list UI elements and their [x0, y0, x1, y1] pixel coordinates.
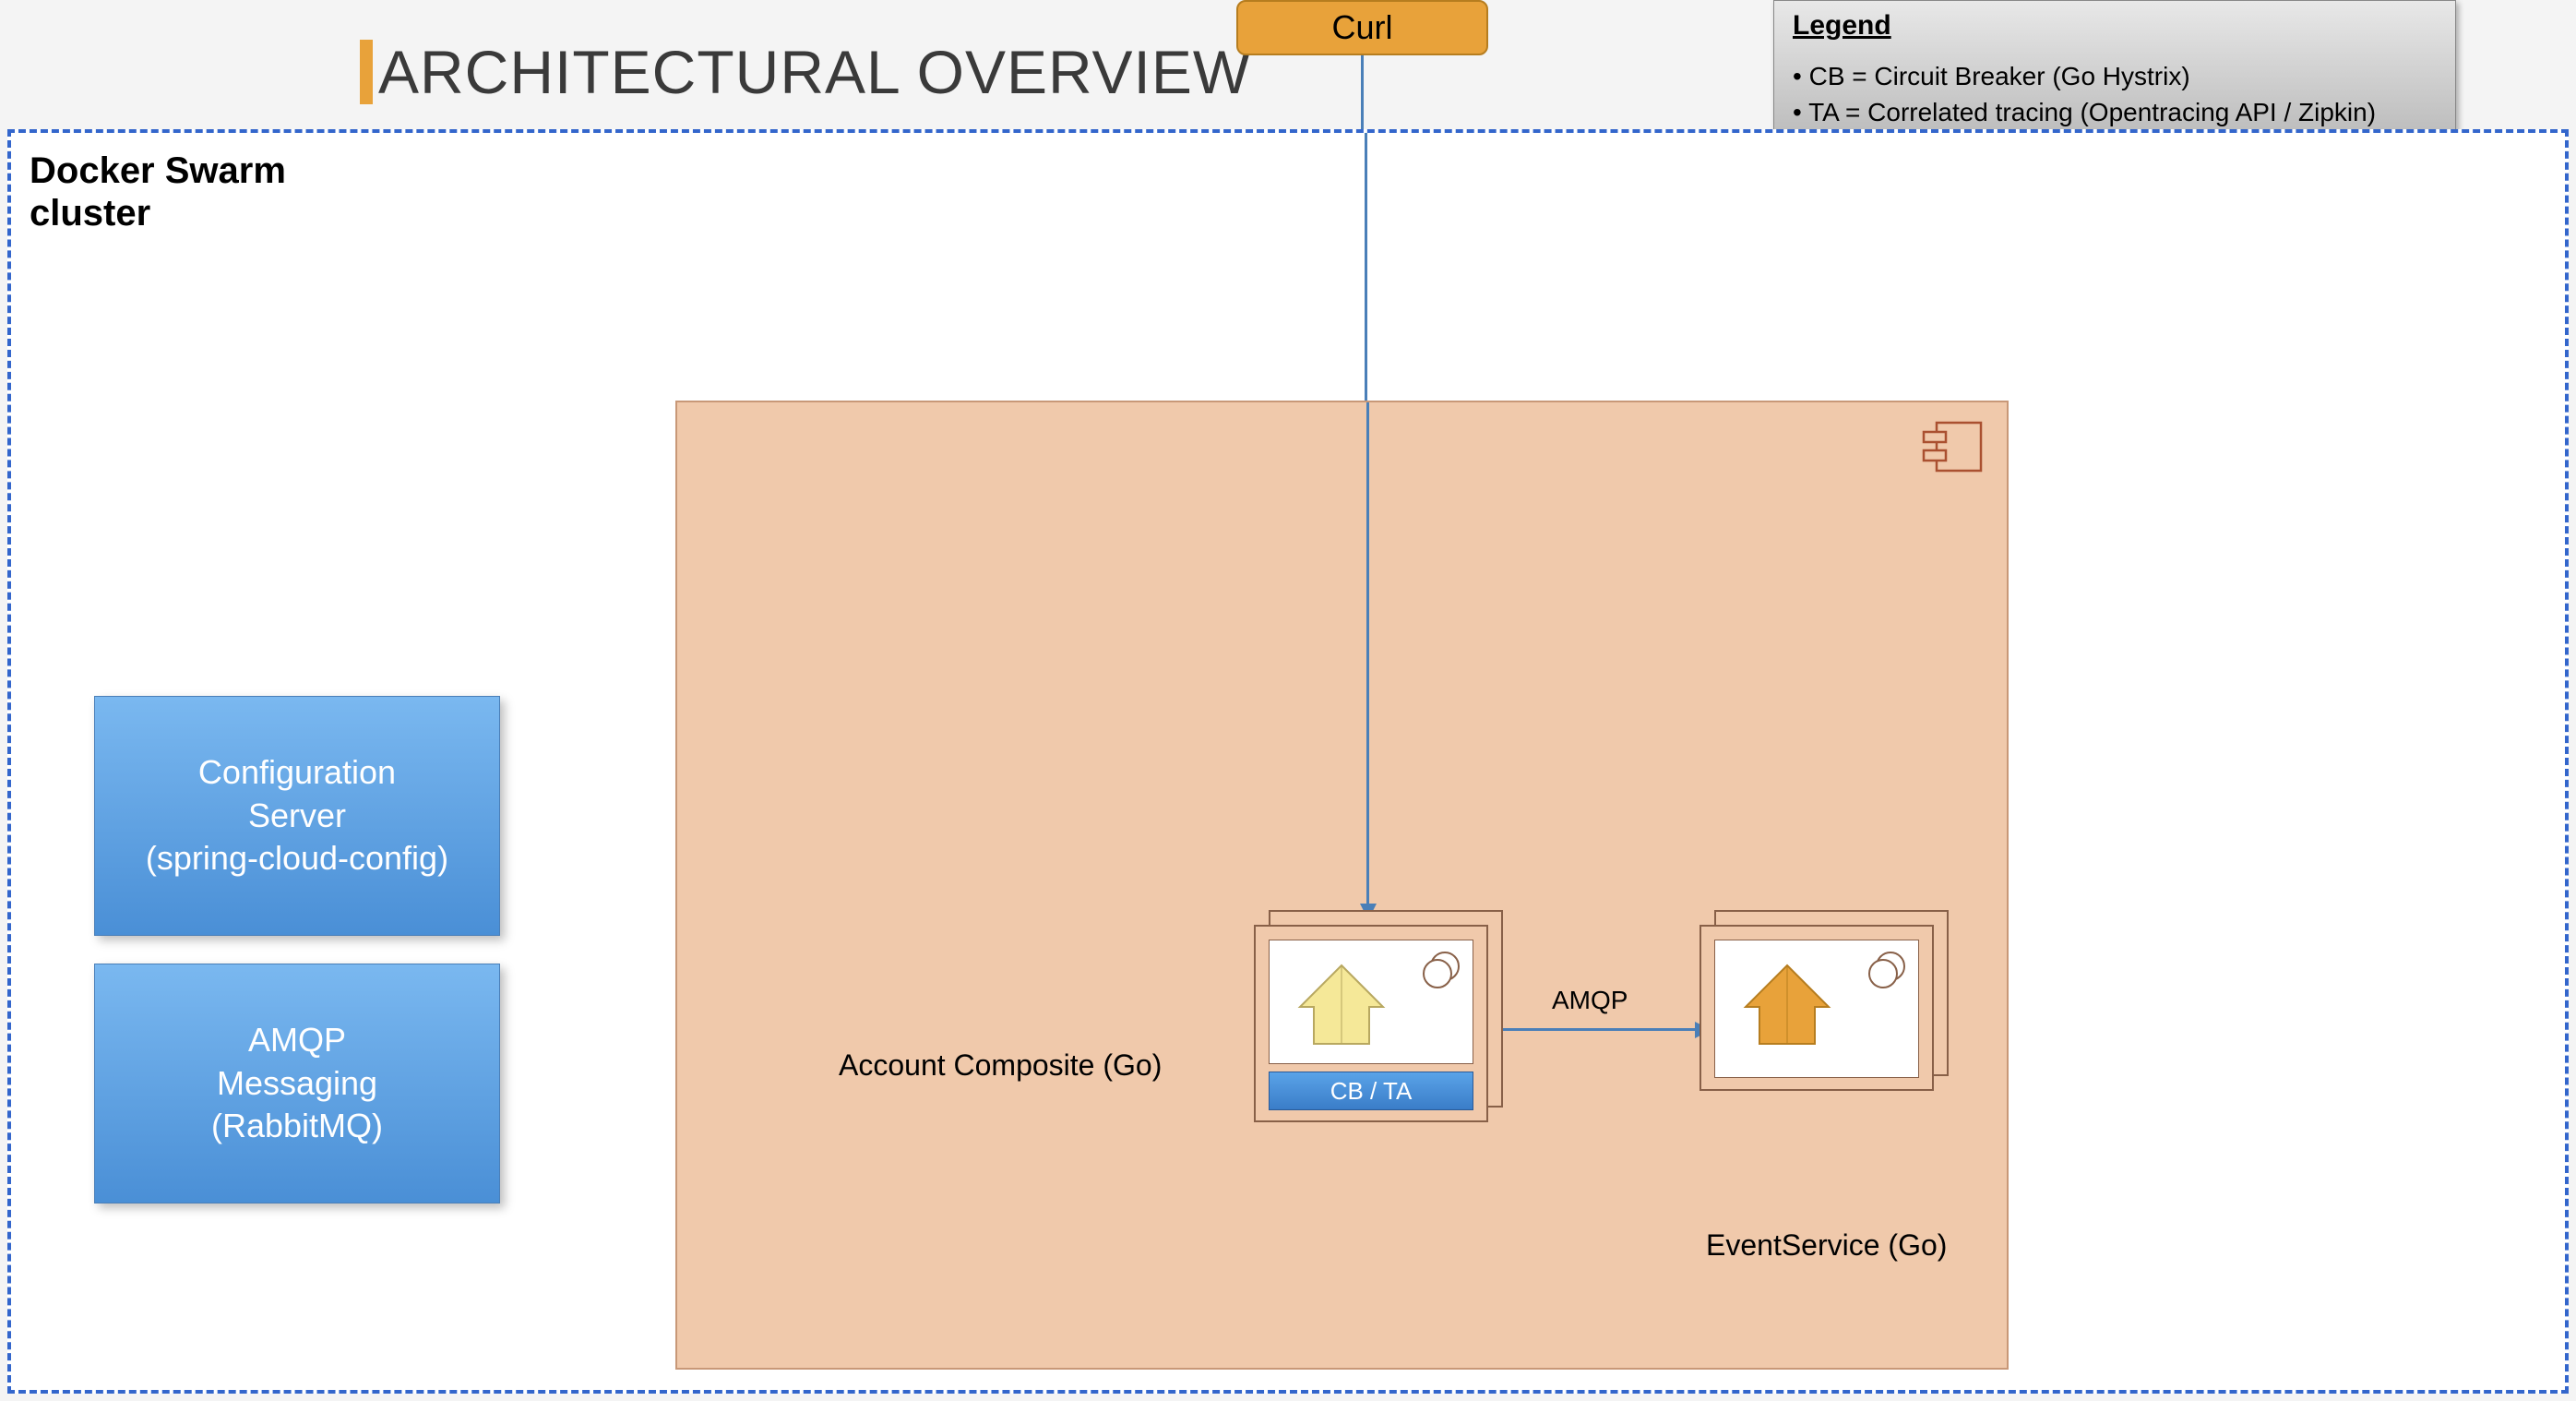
- arrow-curl-to-container: [1365, 133, 1367, 401]
- chevron-icon: [1741, 961, 1833, 1048]
- title-accent-bar: [360, 40, 373, 104]
- config-server-label: Configuration Server (spring-cloud-confi…: [146, 751, 448, 880]
- cb-ta-badge: CB / TA: [1269, 1072, 1473, 1110]
- account-composite-node: CB / TA: [1254, 910, 1503, 1122]
- swarm-cluster-label: Docker Swarm cluster: [30, 150, 286, 234]
- amqp-messaging-box: AMQP Messaging (RabbitMQ): [94, 964, 500, 1203]
- go-services-container: Account Composite (Go): [675, 401, 2009, 1370]
- component-uml-icon: [1920, 419, 1985, 474]
- amqp-arrow-label: AMQP: [1552, 986, 1628, 1015]
- legend-box: Legend • CB = Circuit Breaker (Go Hystri…: [1773, 0, 2456, 150]
- page-title: ARCHITECTURAL OVERVIEW: [378, 37, 1251, 107]
- curl-client-box: Curl: [1236, 0, 1488, 55]
- arrow-amqp: [1503, 1028, 1697, 1031]
- account-composite-label: Account Composite (Go): [839, 1048, 1162, 1083]
- legend-item: • CB = Circuit Breaker (Go Hystrix): [1793, 58, 2437, 94]
- arrow-into-account-composite: [1366, 402, 1369, 905]
- double-circle-icon: [1419, 950, 1461, 992]
- legend-item: • TA = Correlated tracing (Opentracing A…: [1793, 94, 2437, 130]
- event-service-node: [1699, 910, 1949, 1095]
- configuration-server-box: Configuration Server (spring-cloud-confi…: [94, 696, 500, 936]
- legend-title: Legend: [1793, 10, 2437, 42]
- double-circle-icon: [1865, 950, 1907, 992]
- amqp-messaging-label: AMQP Messaging (RabbitMQ): [211, 1019, 383, 1148]
- arrow-curl-to-cluster: [1361, 55, 1364, 129]
- page-title-area: ARCHITECTURAL OVERVIEW: [360, 37, 1251, 107]
- chevron-icon: [1295, 961, 1388, 1048]
- docker-swarm-cluster: Docker Swarm cluster Configuration Serve…: [7, 129, 2569, 1394]
- event-service-label: EventService (Go): [1706, 1228, 1947, 1263]
- curl-label: Curl: [1331, 8, 1392, 47]
